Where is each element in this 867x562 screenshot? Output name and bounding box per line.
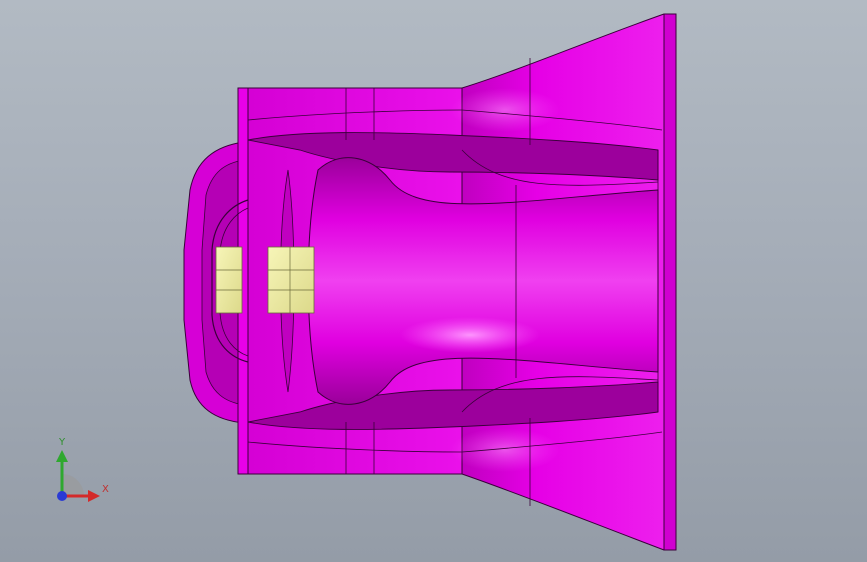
- triad-graphic: [56, 450, 100, 502]
- orientation-triad: Y X: [44, 438, 114, 508]
- graphics-viewport[interactable]: Y X: [0, 0, 867, 562]
- lower-highlight: [450, 428, 560, 472]
- triad-z-dot-icon: [57, 491, 67, 501]
- triad-x-label: X: [102, 484, 109, 495]
- insert-right[interactable]: [267, 246, 315, 314]
- insert-left[interactable]: [215, 246, 243, 314]
- triad-y-arrowhead-icon: [56, 450, 68, 462]
- right-end-face[interactable]: [663, 13, 677, 551]
- triad-x-arrowhead-icon: [88, 490, 100, 502]
- channel-highlight: [400, 317, 540, 353]
- triad-y-label: Y: [59, 437, 66, 448]
- part-model[interactable]: [0, 0, 867, 562]
